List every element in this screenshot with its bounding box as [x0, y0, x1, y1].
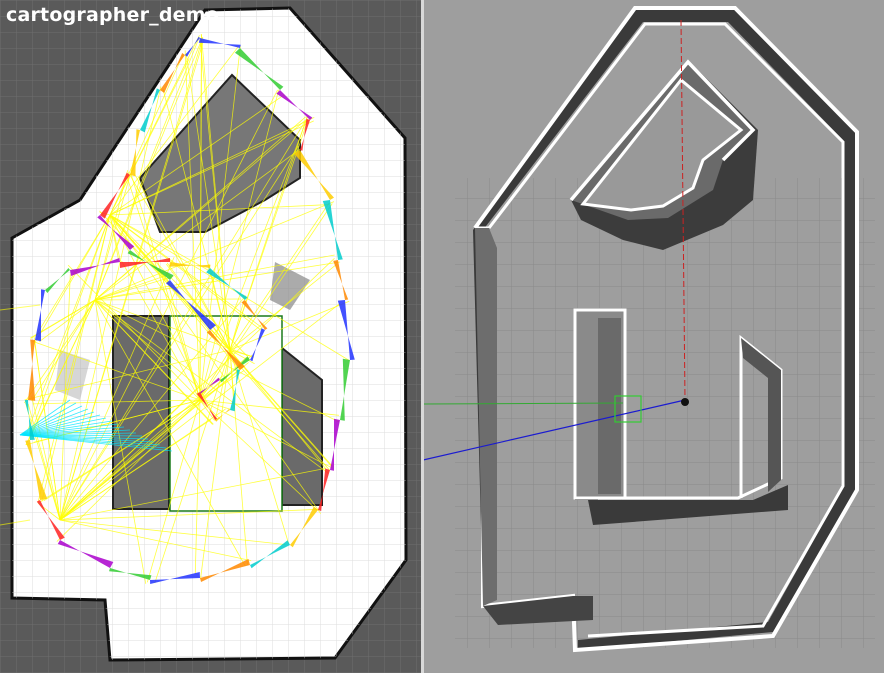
view-divider [421, 0, 424, 673]
gazebo-world-view[interactable] [423, 0, 884, 673]
rviz-map-view[interactable]: cartographer_demo [0, 0, 423, 673]
window-title: cartographer_demo [6, 4, 220, 26]
world-canvas[interactable] [423, 0, 884, 673]
app-window: cartographer_demo [0, 0, 884, 673]
map-canvas[interactable] [0, 0, 423, 673]
robot-icon [681, 398, 689, 406]
map-obstacle-left [113, 316, 169, 509]
